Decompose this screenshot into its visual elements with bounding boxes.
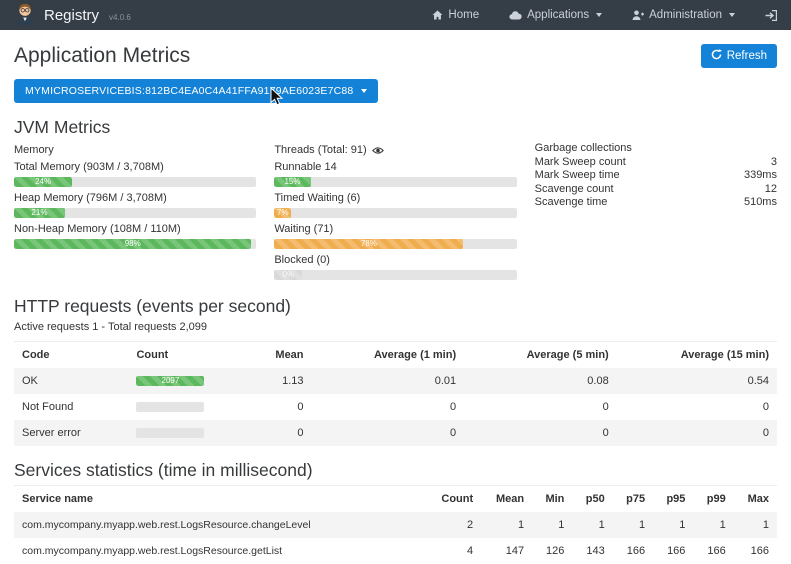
nav-item-applications[interactable]: Applications bbox=[509, 9, 602, 21]
nav-applications-label: Applications bbox=[527, 9, 589, 21]
column-header: Service name bbox=[14, 486, 426, 513]
column-header: Mean bbox=[243, 342, 312, 369]
column-header: Count bbox=[426, 486, 481, 513]
count-progress-bar bbox=[136, 402, 204, 412]
column-header: Code bbox=[14, 342, 128, 369]
progress-bar-timed-waiting: 7% bbox=[274, 208, 516, 218]
gc-row: Mark Sweep count3 bbox=[535, 156, 777, 170]
metric-label: Runnable 14 bbox=[274, 161, 516, 173]
column-header: Min bbox=[532, 486, 572, 513]
jhipster-avatar-logo-icon bbox=[14, 1, 36, 30]
progress-bar-runnable: 15% bbox=[274, 177, 516, 187]
services-statistics-heading: Services statistics (time in millisecond… bbox=[14, 460, 777, 481]
gc-row: Mark Sweep time339ms bbox=[535, 169, 777, 183]
metric-label: Total Memory (903M / 3,708M) bbox=[14, 161, 256, 173]
gc-title: Garbage collections bbox=[535, 142, 777, 156]
nav-links: Home Applications Administration bbox=[432, 9, 777, 21]
brand[interactable]: Registry v4.0.6 bbox=[14, 1, 131, 30]
eye-icon[interactable] bbox=[372, 146, 384, 155]
http-requests-heading: HTTP requests (events per second) bbox=[14, 296, 777, 317]
progress-bar-heap-memory: 21% bbox=[14, 208, 256, 218]
metric-label: Timed Waiting (6) bbox=[274, 192, 516, 204]
table-row: com.mycompany.myapp.web.rest.LogsResourc… bbox=[14, 512, 777, 538]
chevron-down-icon bbox=[729, 13, 735, 17]
metric-label: Waiting (71) bbox=[274, 223, 516, 235]
table-row: com.mycompany.myapp.web.rest.LogsResourc… bbox=[14, 538, 777, 564]
column-header: Mean bbox=[481, 486, 532, 513]
nav-item-administration[interactable]: Administration bbox=[632, 9, 735, 21]
count-progress-bar bbox=[136, 428, 204, 438]
column-header: p75 bbox=[613, 486, 653, 513]
http-requests-table: Code Count Mean Average (1 min) Average … bbox=[14, 341, 777, 446]
metric-label: Heap Memory (796M / 3,708M) bbox=[14, 192, 256, 204]
memory-title: Memory bbox=[14, 144, 256, 156]
http-requests-subtitle: Active requests 1 - Total requests 2,099 bbox=[14, 321, 777, 333]
refresh-icon bbox=[711, 49, 722, 63]
sign-out-button[interactable] bbox=[765, 10, 777, 21]
count-progress-bar: 2097 bbox=[136, 376, 204, 386]
app-title: Registry bbox=[44, 7, 99, 24]
gc-row: Scavenge count12 bbox=[535, 183, 777, 197]
instance-selector-dropdown[interactable]: MYMICROSERVICEBIS:812BC4EA0C4A41FFA9179A… bbox=[14, 79, 378, 103]
table-row: Not Found 0 0 0 0 bbox=[14, 394, 777, 420]
navbar: Registry v4.0.6 Home Applications bbox=[0, 0, 791, 30]
table-header-row: Code Count Mean Average (1 min) Average … bbox=[14, 342, 777, 369]
column-header: Max bbox=[734, 486, 777, 513]
column-header: p50 bbox=[572, 486, 612, 513]
column-header: p95 bbox=[653, 486, 693, 513]
chevron-down-icon bbox=[361, 89, 367, 93]
instance-selector-label: MYMICROSERVICEBIS:812BC4EA0C4A41FFA9179A… bbox=[25, 85, 353, 97]
column-header: Count bbox=[128, 342, 242, 369]
table-header-row: Service name Count Mean Min p50 p75 p95 … bbox=[14, 486, 777, 513]
page-header: Application Metrics Refresh bbox=[14, 44, 777, 68]
column-header: Average (5 min) bbox=[464, 342, 617, 369]
table-row: OK 2097 1.13 0.01 0.08 0.54 bbox=[14, 368, 777, 394]
memory-column: Memory Total Memory (903M / 3,708M) 24% … bbox=[14, 142, 256, 282]
garbage-collections-column: Garbage collections Mark Sweep count3 Ma… bbox=[535, 142, 777, 282]
page-title: Application Metrics bbox=[14, 44, 190, 68]
column-header: Average (1 min) bbox=[312, 342, 465, 369]
chevron-down-icon bbox=[596, 13, 602, 17]
services-statistics-table: Service name Count Mean Min p50 p75 p95 … bbox=[14, 485, 777, 564]
nav-home-label: Home bbox=[448, 9, 479, 21]
refresh-label: Refresh bbox=[727, 50, 767, 62]
column-header: p99 bbox=[693, 486, 733, 513]
jvm-metrics-heading: JVM Metrics bbox=[14, 117, 777, 138]
progress-bar-blocked: 0% bbox=[274, 270, 516, 280]
metric-label: Non-Heap Memory (108M / 110M) bbox=[14, 223, 256, 235]
nav-item-home[interactable]: Home bbox=[432, 9, 479, 21]
user-plus-icon bbox=[632, 10, 644, 20]
column-header: Average (15 min) bbox=[617, 342, 777, 369]
table-row: Server error 0 0 0 0 bbox=[14, 420, 777, 446]
app-version: v4.0.6 bbox=[109, 13, 131, 22]
nav-administration-label: Administration bbox=[649, 9, 722, 21]
jvm-metrics-grid: Memory Total Memory (903M / 3,708M) 24% … bbox=[14, 142, 777, 282]
sign-out-icon bbox=[765, 10, 777, 21]
progress-bar-total-memory: 24% bbox=[14, 177, 256, 187]
progress-bar-nonheap-memory: 98% bbox=[14, 239, 256, 249]
gc-row: Scavenge time510ms bbox=[535, 196, 777, 210]
home-icon bbox=[432, 10, 443, 20]
refresh-button[interactable]: Refresh bbox=[701, 44, 777, 68]
threads-column: Threads (Total: 91) Runnable 14 15% Time… bbox=[274, 142, 516, 282]
cloud-icon bbox=[509, 10, 522, 20]
threads-title: Threads (Total: 91) bbox=[274, 144, 516, 156]
metric-label: Blocked (0) bbox=[274, 254, 516, 266]
progress-bar-waiting: 78% bbox=[274, 239, 516, 249]
